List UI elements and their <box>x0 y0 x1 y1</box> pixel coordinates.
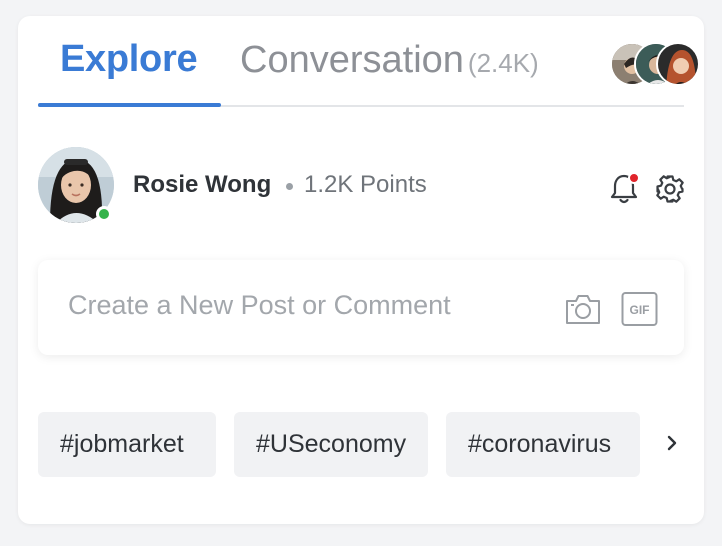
notification-badge <box>628 172 640 184</box>
gif-label: GIF <box>630 303 650 317</box>
tab-explore[interactable]: Explore <box>60 38 198 81</box>
participant-avatars[interactable] <box>610 42 700 86</box>
conversation-count: (2.4K) <box>467 48 539 78</box>
camera-icon[interactable] <box>564 291 602 327</box>
separator-dot <box>286 183 293 190</box>
user-name[interactable]: Rosie Wong <box>133 171 271 199</box>
participant-avatar-3 <box>656 42 700 86</box>
hashtag-jobmarket[interactable]: #jobmarket <box>38 412 216 477</box>
post-input[interactable] <box>68 290 508 321</box>
gif-icon[interactable]: GIF <box>621 291 658 327</box>
gear-icon[interactable] <box>655 174 685 204</box>
tab-conversation[interactable]: Conversation (2.4K) <box>240 39 539 82</box>
hashtag-useconomy[interactable]: #USeconomy <box>234 412 428 477</box>
active-tab-indicator <box>38 103 221 107</box>
tab-bar: Explore Conversation (2.4K) <box>38 16 700 107</box>
post-composer: GIF <box>38 260 684 355</box>
tab-conversation-label: Conversation <box>240 39 464 81</box>
online-status-dot <box>96 206 112 222</box>
chevron-right-icon[interactable] <box>663 431 681 455</box>
user-points: 1.2K Points <box>304 171 427 198</box>
hashtag-coronavirus[interactable]: #coronavirus <box>446 412 640 477</box>
feed-card: Explore Conversation (2.4K) Rosie Wong 1… <box>18 16 704 524</box>
